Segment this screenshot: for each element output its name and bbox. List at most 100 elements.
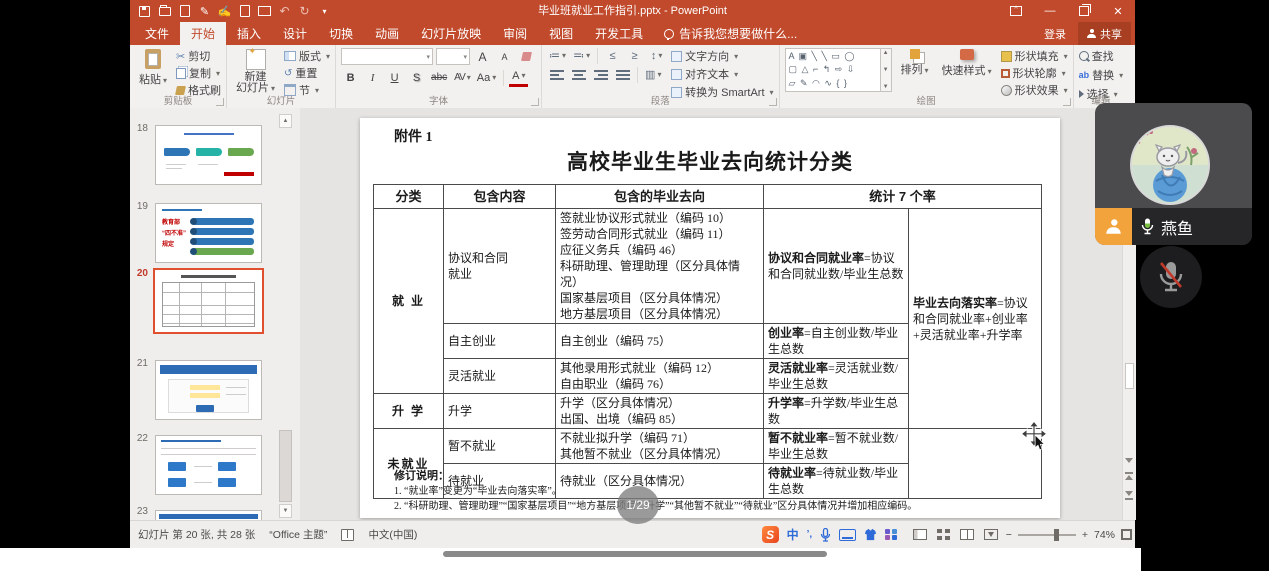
new-slide-button[interactable]: 新建幻灯片 — [232, 48, 279, 95]
zoom-slider[interactable] — [1018, 534, 1076, 536]
zoom-slider-thumb[interactable] — [1054, 529, 1059, 541]
paragraph-dialog-launcher[interactable] — [769, 98, 777, 106]
thumbnail-scroll-down-icon[interactable]: ▼ — [279, 504, 292, 518]
slideshow-view-button[interactable] — [984, 529, 998, 540]
copy-button[interactable]: 复制 — [176, 65, 221, 81]
ime-chinese-mode[interactable]: 中 — [787, 526, 799, 543]
tab-slideshow[interactable]: 幻灯片放映 — [410, 22, 492, 45]
thumbnail-scrollbar[interactable]: ▲ ▼ — [278, 108, 294, 520]
tell-me-box[interactable]: 告诉我您想要做什么... — [654, 22, 807, 45]
fit-to-window-icon[interactable] — [1121, 529, 1132, 540]
tab-design[interactable]: 设计 — [272, 22, 318, 45]
minimize-button[interactable]: — — [1033, 0, 1067, 22]
thumbnail-scroll-up-icon[interactable]: ▲ — [279, 114, 292, 128]
bullets-button[interactable]: ≔ — [547, 48, 568, 64]
slideshow-from-start-icon[interactable] — [256, 2, 273, 20]
shape-gallery[interactable]: A ▣ ╲ ╲ ▭ ◯ ▢ △ ⌐ ↰ ⇨ ⇩ ▱ ✎ ◠ ∿ { } — [785, 48, 881, 92]
font-dialog-launcher[interactable] — [531, 98, 539, 106]
slide-thumbnail-18[interactable] — [155, 125, 262, 185]
change-case-button[interactable]: Aa — [475, 70, 498, 86]
slide-page[interactable]: 附件 1 高校毕业生毕业去向统计分类 分类 包含内容 包含的毕业去向 统计 7 … — [360, 118, 1060, 518]
tab-insert[interactable]: 插入 — [226, 22, 272, 45]
grow-font-button[interactable]: A — [473, 49, 492, 65]
undo-icon[interactable]: ↶ — [276, 2, 293, 20]
ime-keyboard-icon[interactable] — [839, 529, 856, 541]
quick-styles-button[interactable]: 快速样式 — [938, 48, 996, 95]
ribbon-display-options-button[interactable]: ^ — [999, 0, 1033, 22]
strikethrough-button[interactable]: abc — [429, 70, 449, 86]
editing-scrollbar-thumb[interactable] — [1125, 363, 1134, 389]
tab-view[interactable]: 视图 — [538, 22, 584, 45]
align-text-button[interactable]: 对齐文本 — [671, 66, 773, 82]
ink-icon[interactable]: ✍ — [216, 2, 233, 20]
numbering-button[interactable]: ≕ — [571, 48, 592, 64]
align-right-button[interactable] — [591, 67, 610, 83]
font-size-combo[interactable]: ▾ — [436, 48, 470, 65]
ime-toolbox-icon[interactable] — [885, 529, 897, 541]
ime-voice-icon[interactable] — [820, 528, 831, 542]
redo-icon[interactable]: ↻ — [296, 2, 313, 20]
slide-thumbnail-22[interactable] — [155, 435, 262, 495]
character-spacing-button[interactable]: AV — [452, 70, 472, 86]
slide-thumbnail-19[interactable]: 教育部 “四不准” 规定 — [155, 203, 262, 263]
restore-button[interactable] — [1067, 0, 1101, 22]
ime-punctuation[interactable]: ’, — [807, 529, 813, 540]
cut-button[interactable]: ✂剪切 — [176, 48, 221, 64]
tab-home[interactable]: 开始 — [180, 22, 226, 45]
ime-skin-icon[interactable] — [864, 528, 877, 541]
print-preview-icon[interactable] — [236, 2, 253, 20]
shape-gallery-scroll[interactable]: ▲▼▼ — [881, 48, 892, 92]
tab-transitions[interactable]: 切换 — [318, 22, 364, 45]
zoom-out-button[interactable]: − — [1006, 529, 1012, 541]
scroll-down-icon[interactable] — [1125, 458, 1133, 463]
slide-thumbnail-20-selected[interactable] — [153, 268, 264, 334]
font-color-button[interactable]: A — [509, 68, 528, 87]
find-button[interactable]: 查找 — [1079, 48, 1124, 64]
clipboard-dialog-launcher[interactable] — [216, 98, 224, 106]
mute-microphone-button[interactable] — [1140, 246, 1202, 308]
replace-button[interactable]: ab替换 — [1079, 67, 1124, 83]
drawing-dialog-launcher[interactable] — [1063, 98, 1071, 106]
previous-slide-icon[interactable] — [1125, 475, 1133, 480]
sogou-ime-icon[interactable]: S — [762, 526, 779, 543]
tab-file[interactable]: 文件 — [134, 22, 180, 45]
justify-button[interactable] — [613, 67, 632, 83]
zoom-in-button[interactable]: + — [1082, 529, 1088, 541]
proofing-icon[interactable] — [341, 529, 354, 541]
decrease-indent-button[interactable]: ≤ — [603, 48, 622, 64]
italic-button[interactable]: I — [363, 70, 382, 86]
layout-button[interactable]: 版式 — [284, 48, 330, 64]
presence-badge[interactable] — [1095, 208, 1132, 245]
touch-mode-icon[interactable]: ✎ — [196, 2, 213, 20]
open-icon[interactable] — [156, 2, 173, 20]
align-center-button[interactable] — [569, 67, 588, 83]
thumbnail-scrollbar-thumb[interactable] — [279, 430, 292, 502]
shrink-font-button[interactable]: A — [495, 49, 514, 65]
slide-sorter-view-button[interactable] — [937, 529, 950, 540]
clear-formatting-button[interactable] — [517, 49, 536, 65]
bold-button[interactable]: B — [341, 70, 360, 86]
line-spacing-button[interactable]: ↕ — [647, 48, 666, 64]
tab-animations[interactable]: 动画 — [364, 22, 410, 45]
align-left-button[interactable] — [547, 67, 566, 83]
increase-indent-button[interactable]: ≥ — [625, 48, 644, 64]
new-document-icon[interactable] — [176, 2, 193, 20]
font-name-combo[interactable]: ▾ — [341, 48, 433, 65]
reading-view-button[interactable] — [960, 529, 974, 540]
save-icon[interactable] — [136, 2, 153, 20]
columns-button[interactable]: ▥ — [643, 67, 663, 83]
paste-button[interactable]: 粘贴 — [135, 48, 171, 95]
underline-button[interactable]: U — [385, 70, 404, 86]
close-button[interactable]: ✕ — [1101, 0, 1135, 22]
bottom-drag-handle[interactable] — [443, 551, 827, 557]
reset-button[interactable]: ↺重置 — [284, 65, 330, 81]
next-slide-icon[interactable] — [1125, 491, 1133, 496]
language-indicator[interactable]: 中文(中国) — [368, 527, 417, 542]
sign-in-button[interactable]: 登录 — [1036, 26, 1074, 42]
tab-developer[interactable]: 开发工具 — [584, 22, 654, 45]
shape-outline-button[interactable]: 形状轮廓 — [1001, 65, 1068, 81]
arrange-button[interactable]: 排列 — [897, 48, 933, 95]
zoom-percentage[interactable]: 74% — [1094, 529, 1115, 541]
slide-thumbnail-23[interactable] — [155, 510, 262, 520]
normal-view-button[interactable] — [913, 529, 927, 540]
